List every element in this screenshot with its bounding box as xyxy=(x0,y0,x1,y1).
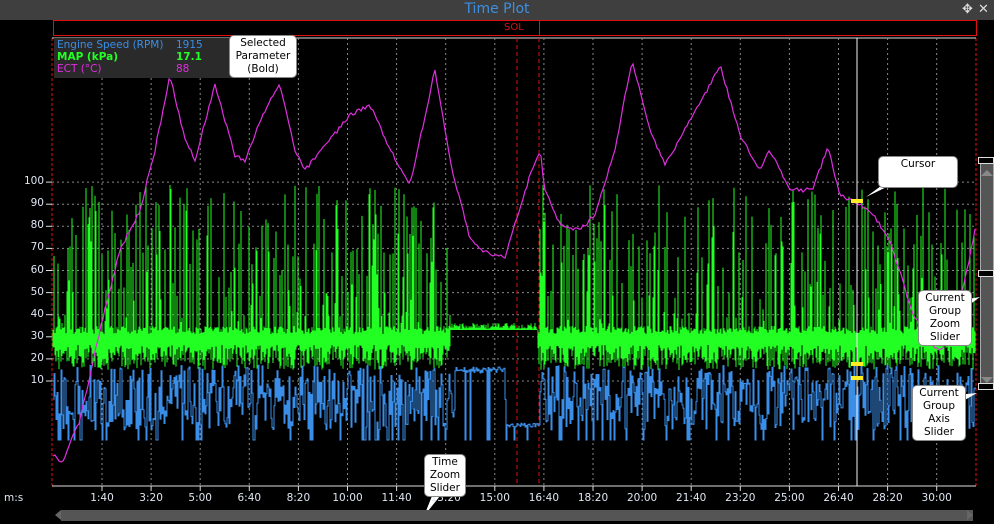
y-tick-label: 30 xyxy=(30,329,44,342)
cursor-marker xyxy=(851,199,863,203)
legend-ect-value: 88 xyxy=(176,63,190,75)
x-tick-label: 21:40 xyxy=(676,492,707,504)
cursor-marker xyxy=(851,362,863,366)
time-plot[interactable] xyxy=(0,0,994,524)
x-tick-label: 5:00 xyxy=(188,492,212,504)
group-axis-slider-handle[interactable] xyxy=(978,270,994,277)
x-tick-label: 20:00 xyxy=(626,492,658,504)
y-tick-label: 40 xyxy=(30,307,44,320)
x-tick-label: 11:40 xyxy=(381,492,412,504)
legend-ect-label[interactable]: ECT (°C) xyxy=(57,63,102,76)
y-tick-label: 20 xyxy=(30,351,44,364)
x-tick-label: 30:00 xyxy=(921,492,952,504)
time-zoom-slider[interactable] xyxy=(61,510,973,521)
x-tick-label: 6:40 xyxy=(237,492,262,504)
y-tick-label: 100 xyxy=(23,175,44,188)
legend: Engine Speed (RPM) 1915 MAP (kPa) 17.1 E… xyxy=(54,38,234,78)
group-zoom-top-handle[interactable] xyxy=(978,157,994,164)
x-tick-label: 18:20 xyxy=(577,492,609,504)
callout-axis-slider: Current Group Axis Slider xyxy=(912,385,966,441)
y-tick-label: 10 xyxy=(30,374,44,386)
x-tick-label: 16:40 xyxy=(528,492,560,504)
map-trace xyxy=(52,185,976,370)
x-tick-label: 25:00 xyxy=(774,492,805,504)
scroll-up-arrow[interactable] xyxy=(981,170,993,176)
callout-cursor: Cursor xyxy=(878,156,958,188)
group-zoom-bottom-handle[interactable] xyxy=(978,383,994,390)
x-tick-label: 10:00 xyxy=(332,492,363,504)
y-tick-label: 70 xyxy=(30,241,44,254)
rpm-trace xyxy=(53,364,976,441)
y-tick-label: 80 xyxy=(30,219,44,232)
scroll-right-arrow[interactable] xyxy=(967,510,973,520)
y-tick-label: 90 xyxy=(30,197,44,210)
x-tick-label: 3:20 xyxy=(139,492,163,504)
y-tick-label: 60 xyxy=(30,263,44,276)
x-tick-label: 26:40 xyxy=(823,492,854,504)
x-tick-label: 15:00 xyxy=(479,492,510,504)
y-tick-label: 50 xyxy=(30,285,44,298)
callout-zoom-slider: Current Group Zoom Slider xyxy=(918,290,972,346)
x-tick-label: 28:20 xyxy=(872,492,903,504)
x-axis-units: m:s xyxy=(4,492,24,504)
callout-time-zoom-slider: Time Zoom Slider xyxy=(424,454,466,497)
x-tick-label: 8:20 xyxy=(286,492,311,504)
x-tick-label: 23:20 xyxy=(725,492,756,504)
x-tick-label: 1:40 xyxy=(90,492,114,504)
cursor-marker xyxy=(851,376,863,380)
callout-selected-parameter: Selected Parameter (Bold) xyxy=(229,35,297,78)
